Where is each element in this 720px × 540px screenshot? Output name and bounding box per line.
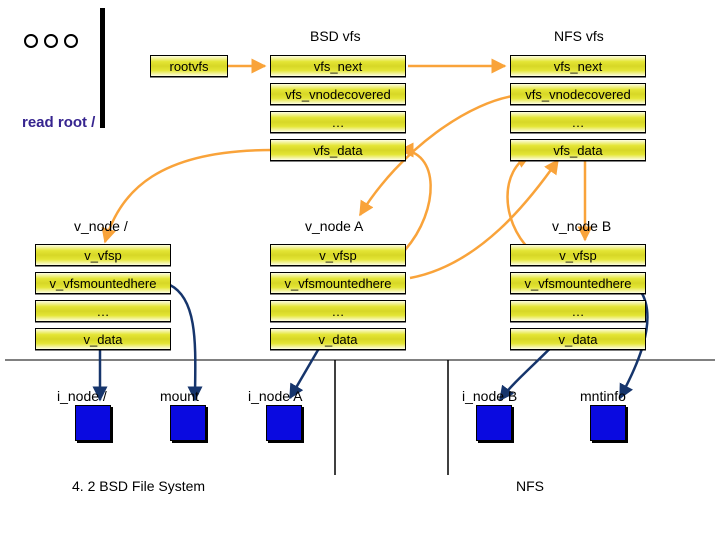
decorative-vbar	[100, 8, 105, 128]
nfs-vfs-next: vfs_next	[510, 55, 646, 77]
mount-icon	[170, 405, 206, 441]
vnode-b-mountedhere: v_vfsmountedhere	[510, 272, 646, 294]
mount-label: mount	[160, 388, 199, 404]
diagram-arrows	[0, 0, 720, 540]
vnode-b-ellipsis: …	[510, 300, 646, 322]
bsd-vfs-ellipsis: …	[270, 111, 406, 133]
header-nfs-vfs: NFS vfs	[554, 28, 604, 44]
footer-right: NFS	[516, 478, 544, 494]
nfs-vfs-ellipsis: …	[510, 111, 646, 133]
header-bsd-vfs: BSD vfs	[310, 28, 361, 44]
vnode-b-title: v_node B	[552, 218, 611, 234]
vnode-root-vfsp: v_vfsp	[35, 244, 171, 266]
inode-a-icon	[266, 405, 302, 441]
mntinfo-label: mntinfo	[580, 388, 626, 404]
vnode-a-data: v_data	[270, 328, 406, 350]
rootvfs-label: rootvfs	[169, 59, 208, 74]
vnode-a-title: v_node A	[305, 218, 363, 234]
vnode-b-vfsp: v_vfsp	[510, 244, 646, 266]
inode-b-icon	[476, 405, 512, 441]
inode-b-label: i_node B	[462, 388, 517, 404]
vnode-b-data: v_data	[510, 328, 646, 350]
decorative-dots	[24, 34, 78, 48]
vnode-root-title: v_node /	[74, 218, 128, 234]
inode-a-label: i_node A	[248, 388, 303, 404]
read-root-label: read root /	[22, 114, 95, 131]
bsd-vfs-vnodecovered: vfs_vnodecovered	[270, 83, 406, 105]
vnode-root-data: v_data	[35, 328, 171, 350]
inode-root-icon	[75, 405, 111, 441]
bsd-vfs-next: vfs_next	[270, 55, 406, 77]
vnode-a-mountedhere: v_vfsmountedhere	[270, 272, 406, 294]
vnode-root-mountedhere: v_vfsmountedhere	[35, 272, 171, 294]
vnode-a-vfsp: v_vfsp	[270, 244, 406, 266]
vnode-a-ellipsis: …	[270, 300, 406, 322]
inode-root-label: i_node /	[57, 388, 107, 404]
vnode-root-ellipsis: …	[35, 300, 171, 322]
rootvfs-box: rootvfs	[150, 55, 228, 77]
bsd-vfs-data: vfs_data	[270, 139, 406, 161]
nfs-vfs-data: vfs_data	[510, 139, 646, 161]
mntinfo-icon	[590, 405, 626, 441]
nfs-vfs-vnodecovered: vfs_vnodecovered	[510, 83, 646, 105]
footer-left: 4. 2 BSD File System	[72, 478, 205, 494]
